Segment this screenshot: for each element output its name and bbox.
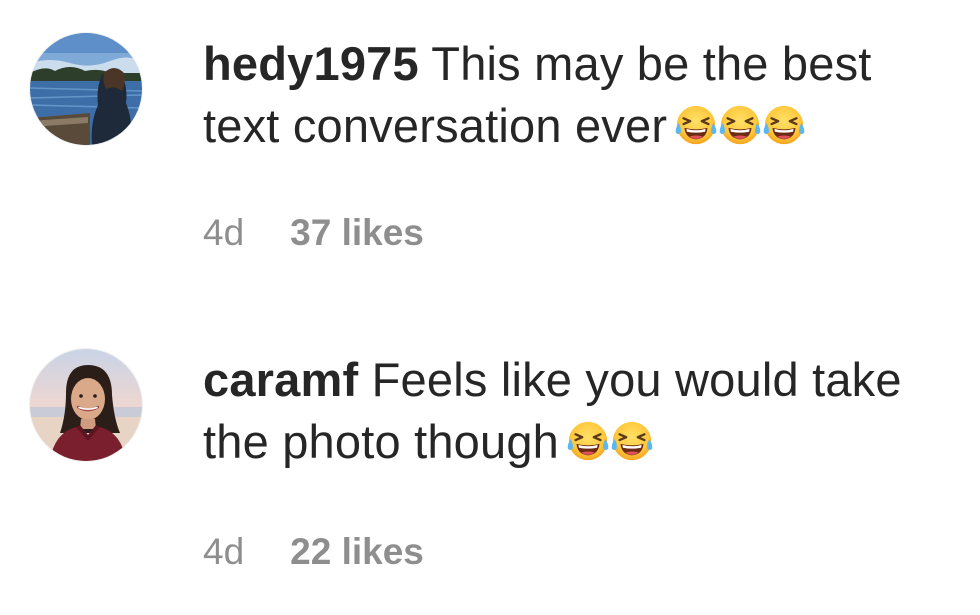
comment-item: hedy1975 This may be the best text conve… bbox=[0, 0, 980, 300]
avatar[interactable] bbox=[30, 349, 142, 461]
face-with-tears-of-joy-icon bbox=[609, 418, 655, 464]
timestamp: 4d bbox=[203, 212, 245, 253]
comment-body: hedy1975 This may be the best text conve… bbox=[203, 33, 960, 163]
comment-item: caramf Feels like you would take the pho… bbox=[0, 315, 980, 615]
comment-meta: 4d 37 likes bbox=[203, 212, 424, 254]
username-link[interactable]: caramf bbox=[203, 353, 358, 406]
comment-body: caramf Feels like you would take the pho… bbox=[203, 349, 960, 479]
emoji-group bbox=[565, 417, 653, 479]
username-link[interactable]: hedy1975 bbox=[203, 37, 419, 90]
lake-profile-photo bbox=[30, 33, 142, 145]
face-with-tears-of-joy-icon bbox=[565, 418, 611, 464]
portrait-profile-photo bbox=[30, 349, 142, 461]
timestamp: 4d bbox=[203, 531, 245, 572]
emoji-group bbox=[673, 101, 805, 163]
face-with-tears-of-joy-icon bbox=[761, 102, 807, 148]
face-with-tears-of-joy-icon bbox=[673, 102, 719, 148]
face-with-tears-of-joy-icon bbox=[717, 102, 763, 148]
likes-count[interactable]: 37 likes bbox=[290, 212, 424, 254]
avatar[interactable] bbox=[30, 33, 142, 145]
likes-count[interactable]: 22 likes bbox=[290, 531, 424, 573]
comment-meta: 4d 22 likes bbox=[203, 531, 424, 573]
